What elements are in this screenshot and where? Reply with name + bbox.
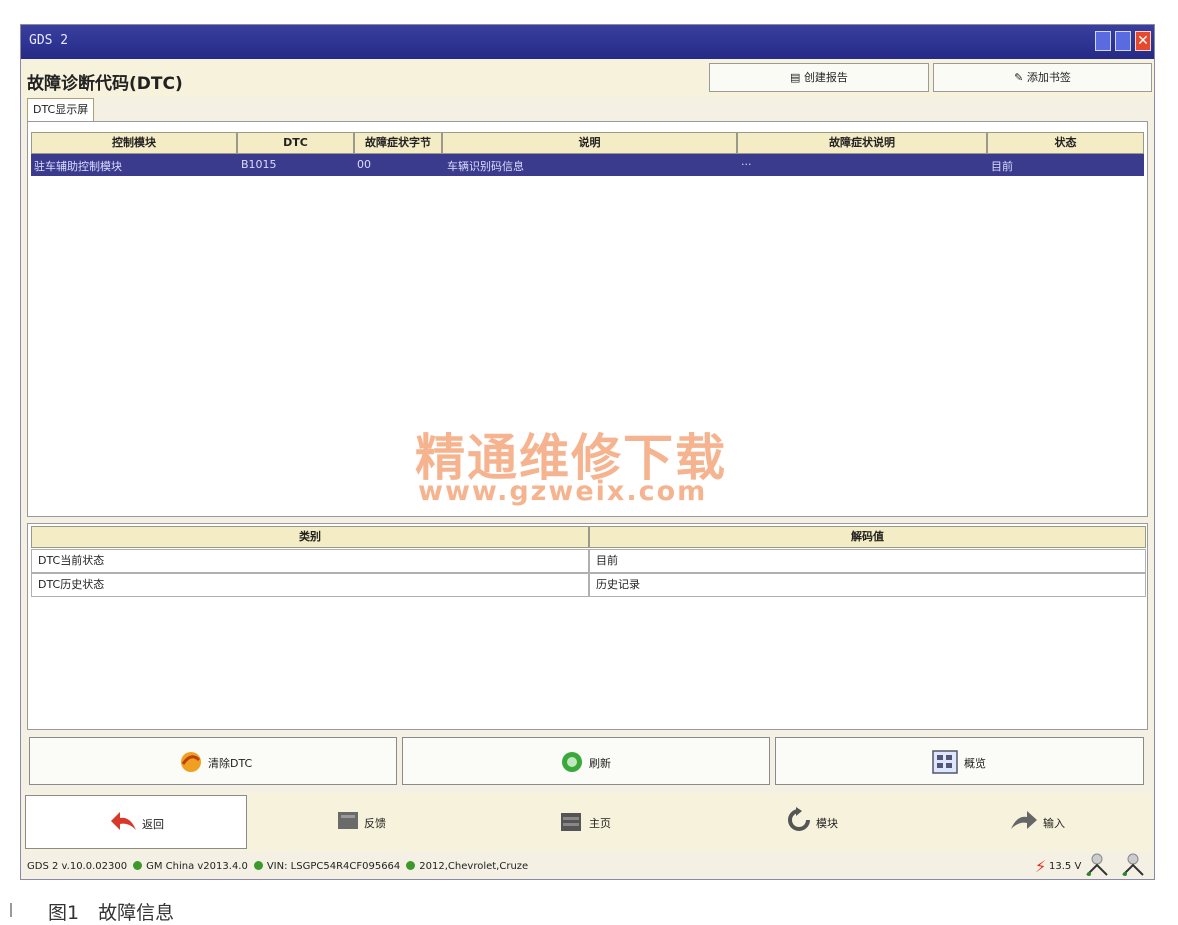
status-ok-icon — [253, 861, 263, 870]
back-button[interactable]: 返回 — [25, 795, 247, 849]
clear-dtc-button[interactable]: 清除DTC — [29, 737, 397, 785]
figure-caption: 图1 故障信息 — [48, 902, 175, 924]
overview-label: 概览 — [964, 757, 986, 770]
version-text: GDS 2 v.10.0.02300 — [27, 861, 128, 872]
status-bar: GDS 2 v.10.0.02300 GM China v2013.4.0 VIN:… — [21, 853, 1154, 879]
window-title: GDS 2 — [29, 33, 69, 48]
cell-dtc: B1015 — [241, 158, 277, 171]
network-status-icon — [1086, 853, 1108, 876]
overview-icon — [932, 750, 958, 774]
detail-value: 历史记录 — [589, 573, 1146, 597]
column-header: 类别 — [31, 526, 589, 548]
enter-label: 输入 — [1043, 817, 1065, 830]
column-header[interactable]: 说明 — [442, 132, 737, 154]
report-icon: ▤ — [790, 71, 804, 84]
status-ok-icon — [133, 861, 143, 870]
title-bar: GDS 2 ✕ — [21, 25, 1154, 59]
home-icon — [561, 813, 581, 831]
battery-voltage: 13.5 V — [1049, 861, 1082, 872]
cell-module: 驻车辅助控制模块 — [34, 160, 122, 173]
back-arrow-icon — [111, 812, 136, 830]
refresh-icon — [562, 752, 582, 772]
bottom-navigation: 返回 反馈 主页 模块 输入 — [23, 793, 1152, 851]
column-header[interactable]: 故障症状字节 — [354, 132, 442, 154]
create-report-button[interactable]: ▤ 创建报告 — [709, 63, 929, 92]
refresh-label: 刷新 — [589, 757, 611, 770]
cell-symptom-description: ··· — [741, 158, 752, 171]
dtc-detail-table: 类别 解码值 DTC当前状态 目前 DTC历史状态 历史记录 — [27, 523, 1148, 730]
module-label: 模块 — [816, 817, 838, 830]
detail-value: 目前 — [589, 549, 1146, 573]
refresh-button[interactable]: 刷新 — [402, 737, 770, 785]
column-header[interactable]: 状态 — [987, 132, 1144, 154]
add-bookmark-button[interactable]: ✎ 添加书签 — [933, 63, 1152, 92]
overview-button[interactable]: 概览 — [775, 737, 1144, 785]
column-header[interactable]: DTC — [237, 132, 354, 154]
module-refresh-icon — [788, 807, 810, 831]
column-header: 解码值 — [589, 526, 1146, 548]
home-label: 主页 — [589, 817, 611, 830]
caption-marker — [10, 903, 12, 917]
bookmark-icon: ✎ — [1014, 71, 1027, 84]
page-title: 故障诊断代码(DTC) — [27, 74, 183, 94]
forward-arrow-icon — [1011, 811, 1037, 829]
cell-description: 车辆识别码信息 — [447, 160, 524, 173]
status-ok-icon — [406, 861, 416, 870]
cell-status: 目前 — [991, 160, 1013, 173]
watermark-url: www.gzweix.com — [418, 476, 708, 507]
connection-status-icon — [1122, 853, 1144, 876]
maximize-button[interactable] — [1115, 31, 1131, 51]
feedback-label: 反馈 — [364, 817, 386, 830]
home-button[interactable]: 主页 — [475, 795, 697, 849]
column-header[interactable]: 故障症状说明 — [737, 132, 987, 154]
minimize-button[interactable] — [1095, 31, 1111, 51]
feedback-button[interactable]: 反馈 — [250, 795, 472, 849]
vehicle-text: 2012,Chevrolet,Cruze — [419, 861, 529, 872]
close-button[interactable]: ✕ — [1135, 31, 1151, 51]
column-header[interactable]: 控制模块 — [31, 132, 237, 154]
clear-dtc-icon — [181, 752, 201, 772]
vin-text: VIN: LSGPC54R4CF095664 — [266, 861, 401, 872]
back-label: 返回 — [142, 818, 164, 831]
clear-dtc-label: 清除DTC — [208, 757, 253, 770]
add-bookmark-label: 添加书签 — [1026, 71, 1071, 84]
tab-dtc-display[interactable]: DTC显示屏 — [27, 98, 95, 121]
cell-symptom-byte: 00 — [357, 158, 371, 171]
page-header: 故障诊断代码(DTC) ▤ 创建报告 ✎ 添加书签 — [21, 59, 1154, 97]
enter-button[interactable]: 输入 — [925, 795, 1147, 849]
detail-category: DTC当前状态 — [31, 549, 589, 573]
module-button[interactable]: 模块 — [700, 795, 922, 849]
detail-category: DTC历史状态 — [31, 573, 589, 597]
feedback-icon — [338, 812, 358, 829]
lightning-icon: ⚡ — [1035, 857, 1047, 876]
create-report-label: 创建报告 — [803, 71, 848, 84]
table-row-selected[interactable]: 驻车辅助控制模块 B1015 00 车辆识别码信息 ··· 目前 — [31, 154, 1144, 176]
status-version: GDS 2 v.10.0.02300 GM China v2013.4.0 VIN:… — [27, 861, 528, 872]
data-version-text: GM China v2013.4.0 — [146, 861, 248, 872]
